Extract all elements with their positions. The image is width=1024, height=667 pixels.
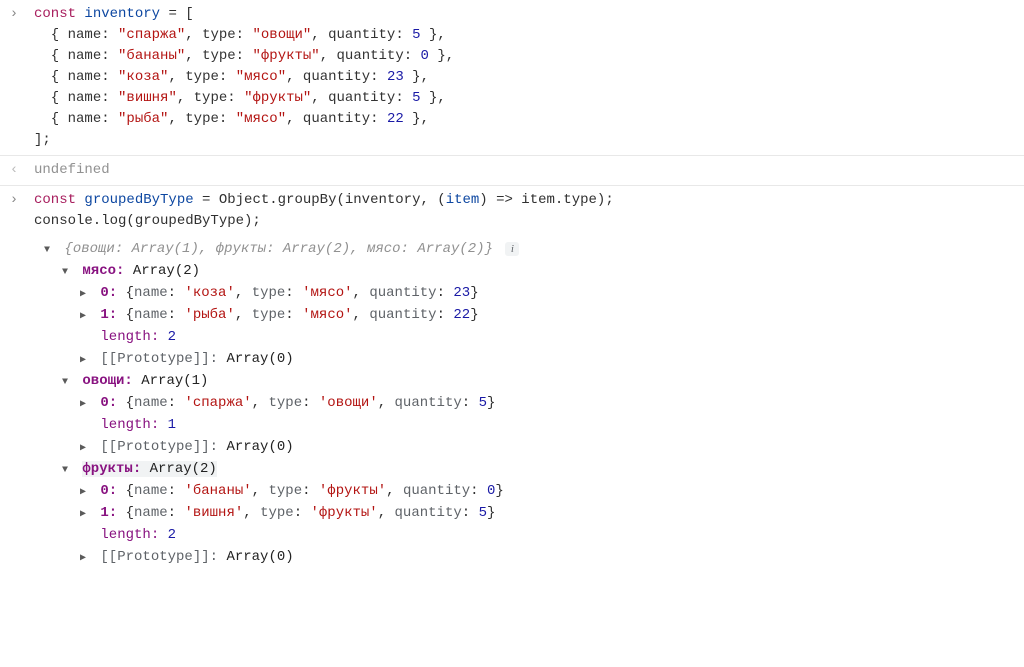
tree-prototype[interactable]: [[Prototype]]: Array(0) bbox=[44, 547, 1016, 568]
array-label: Array(2) bbox=[150, 461, 217, 477]
brace-close: } bbox=[485, 241, 493, 257]
object-tree: {овощи: Array(1), фрукты: Array(2), мясо… bbox=[0, 236, 1024, 577]
item-preview: {name: 'коза', type: 'мясо', quantity: 2… bbox=[126, 285, 479, 301]
disclosure-triangle-icon[interactable] bbox=[44, 239, 56, 260]
console-input-block-1: › const inventory = [ { name: "спаржа", … bbox=[0, 0, 1024, 156]
disclosure-triangle-icon[interactable] bbox=[80, 437, 92, 458]
disclosure-triangle-icon[interactable] bbox=[62, 371, 74, 392]
output-undefined: undefined bbox=[0, 156, 1024, 185]
preview-val-1: Array(1) bbox=[132, 241, 199, 257]
item-preview: {name: 'бананы', type: 'фрукты', quantit… bbox=[126, 483, 504, 499]
console-log-line: console.log(groupedByType); bbox=[34, 213, 261, 229]
group-key: фрукты: bbox=[82, 461, 141, 477]
prompt-icon: › bbox=[6, 4, 22, 25]
group-key: овощи: bbox=[82, 373, 132, 389]
param-item: item bbox=[446, 192, 480, 208]
return-icon: › bbox=[6, 160, 22, 181]
code-input-1[interactable]: const inventory = [ { name: "спаржа", ty… bbox=[0, 0, 1024, 155]
array-label: Array(2) bbox=[133, 263, 200, 279]
close-bracket: ]; bbox=[34, 132, 51, 148]
console-output-block-1: › undefined bbox=[0, 156, 1024, 186]
tree-array-item[interactable]: 1: {name: 'рыба', type: 'мясо', quantity… bbox=[44, 305, 1016, 326]
tree-length: length: 1 bbox=[44, 415, 1016, 436]
item-preview: {name: 'спаржа', type: 'овощи', quantity… bbox=[126, 395, 496, 411]
preview-key-2: фрукты bbox=[216, 241, 266, 257]
console-input-block-2: › const groupedByType = Object.groupBy(i… bbox=[0, 186, 1024, 577]
disclosure-triangle-icon[interactable] bbox=[62, 459, 74, 480]
disclosure-triangle-icon[interactable] bbox=[80, 481, 92, 502]
keyword-const: const bbox=[34, 192, 76, 208]
disclosure-triangle-icon[interactable] bbox=[80, 305, 92, 326]
preview-val-2: Array(2) bbox=[283, 241, 350, 257]
disclosure-triangle-icon[interactable] bbox=[80, 547, 92, 568]
disclosure-triangle-icon[interactable] bbox=[80, 283, 92, 304]
tree-group-header[interactable]: мясо: Array(2) bbox=[44, 261, 1016, 282]
item-preview: {name: 'рыба', type: 'мясо', quantity: 2… bbox=[126, 307, 479, 323]
tree-preview-line[interactable]: {овощи: Array(1), фрукты: Array(2), мясо… bbox=[44, 239, 1016, 260]
group-key: мясо: bbox=[82, 263, 124, 279]
item-index: 1: bbox=[100, 505, 117, 521]
tree-array-item[interactable]: 1: {name: 'вишня', type: 'фрукты', quant… bbox=[44, 503, 1016, 524]
code-input-2[interactable]: const groupedByType = Object.groupBy(inv… bbox=[0, 186, 1024, 236]
keyword-const: const bbox=[34, 6, 76, 22]
tree-group-header[interactable]: овощи: Array(1) bbox=[44, 371, 1016, 392]
tree-length: length: 2 bbox=[44, 525, 1016, 546]
disclosure-triangle-icon[interactable] bbox=[80, 349, 92, 370]
tree-array-item[interactable]: 0: {name: 'бананы', type: 'фрукты', quan… bbox=[44, 481, 1016, 502]
tree-length: length: 2 bbox=[44, 327, 1016, 348]
item-index: 0: bbox=[100, 285, 117, 301]
array-label: Array(1) bbox=[141, 373, 208, 389]
brace-open: { bbox=[64, 241, 72, 257]
tree-prototype[interactable]: [[Prototype]]: Array(0) bbox=[44, 349, 1016, 370]
info-icon[interactable]: i bbox=[505, 242, 519, 256]
equals-open: = [ bbox=[160, 6, 194, 22]
item-index: 0: bbox=[100, 483, 117, 499]
item-index: 0: bbox=[100, 395, 117, 411]
var-grouped: groupedByType bbox=[84, 192, 193, 208]
tree-group-header[interactable]: фрукты: Array(2) bbox=[44, 459, 1016, 480]
disclosure-triangle-icon[interactable] bbox=[80, 393, 92, 414]
tree-array-item[interactable]: 0: {name: 'коза', type: 'мясо', quantity… bbox=[44, 283, 1016, 304]
disclosure-triangle-icon[interactable] bbox=[80, 503, 92, 524]
preview-key-3: мясо bbox=[367, 241, 401, 257]
expr-part2: ) => item.type); bbox=[479, 192, 613, 208]
tree-prototype[interactable]: [[Prototype]]: Array(0) bbox=[44, 437, 1016, 458]
item-preview: {name: 'вишня', type: 'фрукты', quantity… bbox=[126, 505, 496, 521]
prompt-icon: › bbox=[6, 190, 22, 211]
item-index: 1: bbox=[100, 307, 117, 323]
preview-val-3: Array(2) bbox=[417, 241, 484, 257]
disclosure-triangle-icon[interactable] bbox=[62, 261, 74, 282]
preview-key-1: овощи bbox=[73, 241, 115, 257]
expr-part1: = Object.groupBy(inventory, ( bbox=[194, 192, 446, 208]
tree-array-item[interactable]: 0: {name: 'спаржа', type: 'овощи', quant… bbox=[44, 393, 1016, 414]
var-inventory: inventory bbox=[84, 6, 160, 22]
